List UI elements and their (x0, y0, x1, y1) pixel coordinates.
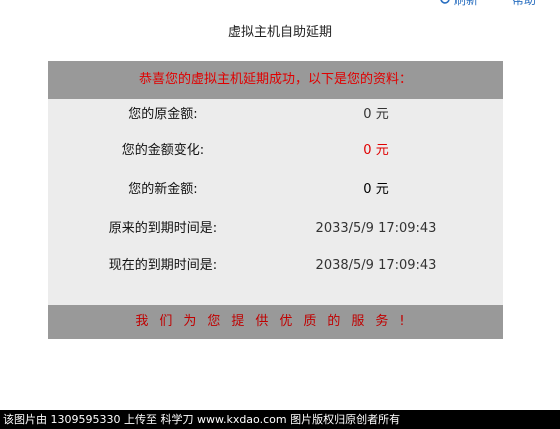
row-new-expiry: 现在的到期时间是: 2038/5/9 17:09:43 (48, 254, 503, 278)
original-expiry-label: 原来的到期时间是: (108, 221, 218, 236)
row-original-amount: 您的原金额: 0 元 (48, 103, 503, 127)
new-expiry-value: 2038/5/9 17:09:43 (315, 258, 437, 273)
success-message: 恭喜您的虚拟主机延期成功，以下是您的资料： (48, 61, 503, 99)
help-link[interactable]: 帮助 (512, 0, 536, 8)
original-amount-value: 0 元 (363, 107, 389, 122)
amount-change-value: 0 元 (363, 143, 389, 158)
amount-change-label: 您的金额变化: (121, 143, 205, 158)
watermark-bar: 该图片由 1309595330 上传至 科学刀 www.kxdao.com 图片… (0, 410, 560, 429)
top-toolbar: 刷新 帮助 (438, 0, 560, 9)
original-amount-label: 您的原金额: (128, 107, 198, 122)
row-original-expiry: 原来的到期时间是: 2033/5/9 17:09:43 (48, 217, 503, 241)
row-new-amount: 您的新金额: 0 元 (48, 178, 503, 202)
new-amount-value: 0 元 (363, 182, 389, 197)
new-expiry-label: 现在的到期时间是: (108, 258, 218, 273)
result-panel: 恭喜您的虚拟主机延期成功，以下是您的资料： 您的原金额: 0 元 您的金额变化:… (48, 61, 503, 339)
original-expiry-value: 2033/5/9 17:09:43 (315, 221, 437, 236)
new-amount-label: 您的新金额: (128, 182, 198, 197)
refresh-icon[interactable] (438, 0, 452, 6)
row-amount-change: 您的金额变化: 0 元 (48, 139, 503, 163)
refresh-link[interactable]: 刷新 (454, 0, 478, 8)
page-title: 虚拟主机自助延期 (227, 25, 332, 40)
service-slogan: 我们为您提供优质的服务! (48, 305, 503, 339)
